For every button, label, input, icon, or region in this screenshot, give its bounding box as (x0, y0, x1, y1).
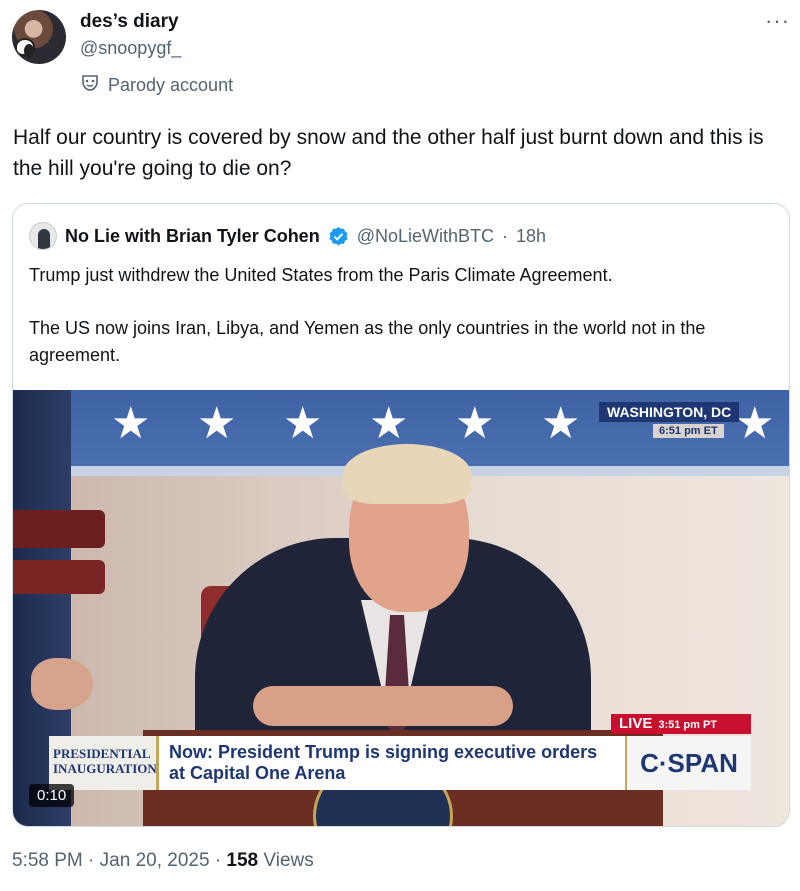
live-time: 3:51 pm PT (658, 719, 718, 731)
star-icon: ★ (111, 399, 151, 448)
quoted-tweet[interactable]: No Lie with Brian Tyler Cohen @NoLieWith… (12, 203, 790, 827)
quoted-header: No Lie with Brian Tyler Cohen @NoLieWith… (29, 222, 546, 250)
quoted-name[interactable]: No Lie with Brian Tyler Cohen (65, 226, 320, 247)
views-label: Views (263, 850, 314, 871)
author-display-name[interactable]: des’s diary (80, 11, 179, 33)
more-icon[interactable]: ··· (765, 8, 790, 34)
tweet-footer: 5:58 PM · Jan 20, 2025 · 158 Views (12, 850, 314, 872)
quoted-text-line2: The US now joins Iran, Libya, and Yemen … (29, 318, 706, 365)
quoted-avatar[interactable] (29, 222, 57, 250)
ticker-text: Now: President Trump is signing executiv… (159, 736, 625, 790)
person-hair (343, 444, 471, 504)
star-icon: ★ (735, 399, 775, 448)
verified-badge-icon (328, 226, 349, 247)
video-player[interactable]: ★ ★ ★ ★ ★ ★ ★ WASHINGTON, DC 6:51 pm ET … (13, 390, 789, 826)
star-icon: ★ (369, 399, 409, 448)
live-label: LIVE (619, 715, 653, 732)
footer-separator: · (214, 850, 222, 871)
snoopy-ear (24, 44, 34, 58)
program-label: PRESIDENTIAL INAUGURATION (49, 736, 159, 790)
parody-label-text: Parody account (108, 75, 234, 95)
quoted-time[interactable]: 18h (516, 226, 546, 247)
star-icon: ★ (541, 399, 581, 448)
tweet-date[interactable]: Jan 20, 2025 (100, 850, 210, 871)
tweet-time[interactable]: 5:58 PM (12, 850, 83, 871)
live-badge: LIVE 3:51 pm PT (611, 714, 751, 734)
star-icon: ★ (283, 399, 323, 448)
tweet-text: Half our country is covered by snow and … (13, 126, 764, 180)
quoted-separator: · (502, 225, 509, 246)
folder-red (13, 560, 105, 594)
left-hand (31, 658, 93, 710)
lower-third: PRESIDENTIAL INAUGURATION Now: President… (49, 736, 751, 790)
parody-label: Parody account (80, 73, 233, 98)
network-logo: C·SPAN (625, 736, 751, 790)
location-label: WASHINGTON, DC (599, 402, 740, 422)
location-time: 6:51 pm ET (653, 424, 724, 438)
parody-mask-icon (80, 73, 100, 98)
star-icon: ★ (455, 399, 495, 448)
quoted-text-line1: Trump just withdrew the United States fr… (29, 265, 613, 285)
folder-red (13, 510, 105, 548)
footer-separator: · (88, 850, 95, 871)
quoted-handle[interactable]: @NoLieWithBTC (357, 226, 494, 247)
views-count: 158 (226, 850, 259, 871)
star-icon: ★ (197, 399, 237, 448)
person-hands (253, 686, 513, 726)
author-handle[interactable]: @snoopygf_ (80, 38, 181, 59)
author-avatar[interactable] (12, 10, 66, 64)
video-duration: 0:10 (29, 784, 75, 807)
